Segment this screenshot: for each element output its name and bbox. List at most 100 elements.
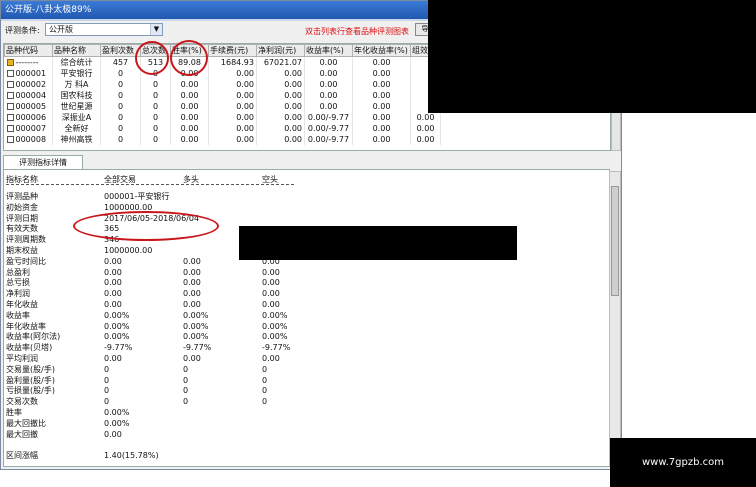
metric-all: 0 — [104, 364, 110, 374]
detail-row: 平均利润 0.00 0.00 0.00 — [6, 354, 406, 364]
row-checkbox[interactable] — [6, 136, 14, 143]
table-cell-ret: 0.00 — [304, 56, 353, 68]
table-cell-fee: 0.00 — [208, 134, 257, 145]
col-profit[interactable]: 净利润(元) — [256, 44, 305, 57]
metric-name: 最大回撤 — [6, 429, 38, 439]
col-code[interactable]: 品种代码 — [4, 44, 53, 57]
col-fee[interactable]: 手续费(元) — [208, 44, 257, 57]
table-cell-fee: 0.00 — [208, 112, 257, 123]
table-row[interactable]: 000008 神州高铁 0 0 0.00 0.00 0.00 0.00/-9.77 0.00 0.… — [4, 134, 441, 145]
col-annual-return[interactable]: 年化收益率(%) — [352, 44, 411, 57]
metric-long: 0.00% — [183, 321, 209, 331]
annotation-circle-total — [135, 41, 169, 75]
table-cell-code: 000002 — [4, 79, 53, 90]
metric-all: -9.77% — [104, 343, 133, 353]
row-code: 000004 — [15, 91, 47, 100]
table-cell-ret: 0.00/-9.77 — [304, 134, 353, 145]
metric-name: 净利润 — [6, 289, 30, 299]
row-checkbox[interactable] — [6, 81, 14, 88]
table-row[interactable]: 000006 深振业A 0 0 0.00 0.00 0.00 0.00/-9.77 0.00 0.… — [4, 112, 441, 123]
metric-name: 交易次数 — [6, 397, 38, 407]
table-cell-total: 0 — [140, 134, 171, 145]
table-cell-code: 000005 — [4, 101, 53, 112]
condition-select[interactable]: 公开版 ▼ — [45, 23, 163, 36]
metric-name: 收益率(阿尔法) — [6, 332, 61, 342]
detail-row: 年化收益 0.00 0.00 0.00 — [6, 300, 406, 310]
table-cell-win: 0 — [100, 68, 141, 79]
row-checkbox[interactable] — [6, 70, 14, 77]
table-cell-win: 0 — [100, 112, 141, 123]
table-cell-ret: 0.00 — [304, 90, 353, 101]
scrollbar-thumb[interactable] — [611, 186, 619, 296]
table-row[interactable]: 000004 国农科技 0 0 0.00 0.00 0.00 0.00 0.00 — [4, 90, 441, 101]
row-checkbox[interactable] — [6, 103, 14, 110]
table-cell-rate: 0.00 — [170, 79, 209, 90]
metric-short: 0.00 — [262, 354, 280, 363]
table-cell-win: 0 — [100, 79, 141, 90]
col-return[interactable]: 收益率(%) — [304, 44, 353, 57]
summary-icon[interactable] — [6, 59, 14, 66]
metric-all: 0.00% — [104, 310, 130, 320]
metric-short: 0.00% — [262, 321, 288, 331]
table-cell-aret: 0.00 — [352, 79, 411, 90]
table-row[interactable]: 000007 全新好 0 0 0.00 0.00 0.00 0.00/-9.77 0.00 0.0… — [4, 123, 441, 134]
metric-long: 0.00 — [183, 278, 201, 288]
table-cell-fee: 0.00 — [208, 90, 257, 101]
table-row[interactable]: 000005 世纪星源 0 0 0.00 0.00 0.00 0.00 0.00 — [4, 101, 441, 112]
detail-row: 总盈利 0.00 0.00 0.00 — [6, 268, 406, 278]
chevron-down-icon[interactable]: ▼ — [150, 24, 162, 35]
metric-all: 0.00 — [104, 300, 122, 309]
annotation-circle-date — [73, 211, 219, 241]
table-header: 品种代码 品种名称 盈利次数 总次数 胜率(%) 手续费(元) 净利润(元) 收… — [4, 44, 441, 57]
condition-select-value: 公开版 — [49, 25, 73, 34]
annotation-circle-rate — [170, 40, 208, 76]
table-cell-win: 0 — [100, 90, 141, 101]
detail-row: 最大回撤 0.00 — [6, 430, 406, 440]
row-code: 000008 — [15, 135, 47, 144]
detail-panel: 指标名称 全部交易 多头 空头 评测品种 000001-平安银行 初始资金 10000… — [3, 169, 610, 467]
detail-scrollbar[interactable] — [609, 171, 621, 467]
row-checkbox[interactable] — [6, 92, 14, 99]
detail-row: 收益率(贝塔) -9.77% -9.77% -9.77% — [6, 343, 406, 353]
table-cell-code: 000001 — [4, 68, 53, 79]
table-cell-fee: 1684.93 — [208, 56, 257, 68]
hint-text: 双击列表行查看品种评测图表 — [305, 27, 409, 36]
detail-row: 区间涨幅 1.40(15.78%) — [6, 451, 406, 461]
row-checkbox[interactable] — [6, 114, 14, 121]
metric-long: 0.00 — [183, 267, 201, 277]
metric-short: 0 — [262, 386, 268, 396]
tab-detail[interactable]: 评测指标详情 — [3, 155, 83, 169]
table-cell-win: 0 — [100, 134, 141, 145]
metric-name: 初始资金 — [6, 202, 38, 212]
row-checkbox[interactable] — [6, 125, 14, 132]
table-cell-code: -------- — [4, 56, 53, 68]
table-cell-rate: 0.00 — [170, 123, 209, 134]
table-cell-aret: 0.00 — [352, 112, 411, 123]
table-cell-code: 000006 — [4, 112, 53, 123]
table-cell-profit: 0.00 — [256, 134, 305, 145]
table-row[interactable]: -------- 综合统计 457 513 89.08 1684.93 67021.07 0.… — [4, 56, 441, 68]
table-cell-extra: 0.00 — [410, 112, 441, 123]
metric-all: 0 — [104, 375, 110, 385]
metric-name: 评测周期数 — [6, 235, 46, 245]
table-cell-ret: 0.00/-9.77 — [304, 112, 353, 123]
metric-all: 0 — [104, 386, 110, 396]
col-name[interactable]: 品种名称 — [52, 44, 101, 57]
table-row[interactable]: 000002 万 科A 0 0 0.00 0.00 0.00 0.00 0.00 — [4, 79, 441, 90]
row-code: -------- — [15, 58, 39, 67]
table-row[interactable]: 000001 平安银行 0 0 0.00 0.00 0.00 0.00 0.00 — [4, 68, 441, 79]
metric-all: 0.00% — [104, 332, 130, 342]
table-cell-fee: 0.00 — [208, 68, 257, 79]
redaction-block-middle — [239, 226, 517, 260]
detail-row: 交易量(股/手) 0 0 0 — [6, 365, 406, 375]
metric-all: 0.00 — [104, 289, 122, 299]
metric-name: 总亏损 — [6, 278, 30, 288]
metric-name: 年化收益 — [6, 300, 38, 309]
metric-long: 0.00 — [183, 289, 201, 299]
metric-short: 0.00% — [262, 310, 288, 320]
table-cell-ret: 0.00/-9.77 — [304, 123, 353, 134]
metric-name: 亏损量(股/手) — [6, 386, 55, 396]
table-cell-name: 世纪星源 — [52, 101, 101, 112]
detail-row: 盈利量(股/手) 0 0 0 — [6, 376, 406, 386]
table-cell-profit: 0.00 — [256, 112, 305, 123]
